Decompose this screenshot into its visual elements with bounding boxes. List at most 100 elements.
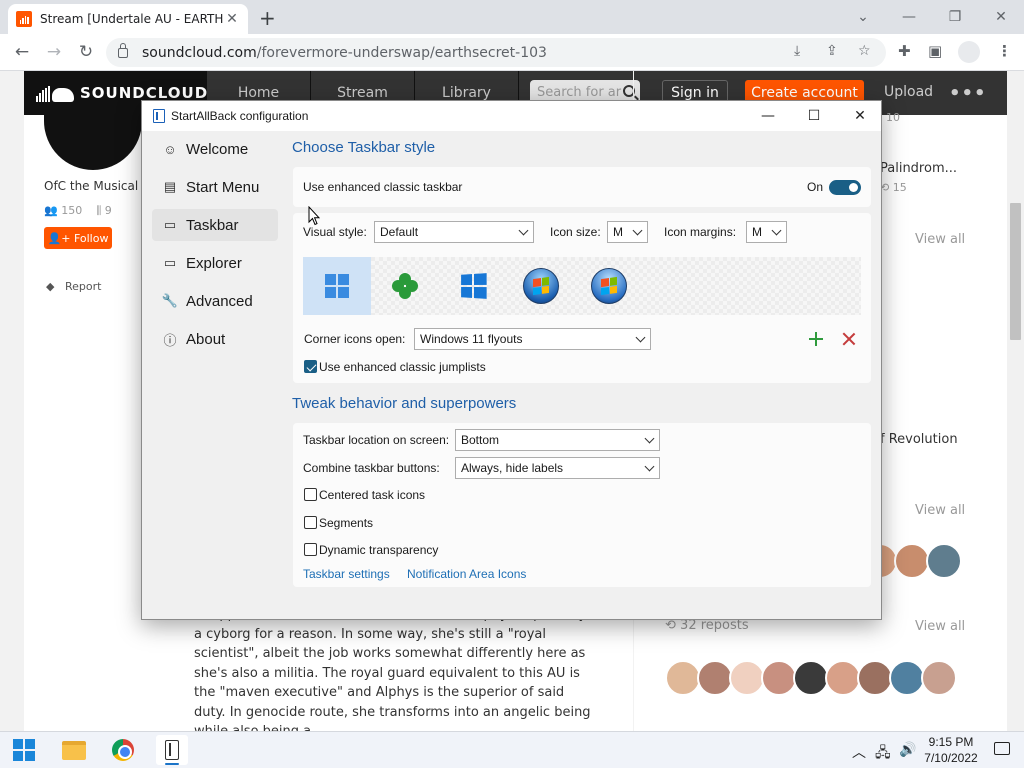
view-all-link-3[interactable]: View all [915,619,965,634]
segments-checkbox[interactable] [304,516,317,529]
sidebar-track-title-2[interactable]: f Revolution [880,432,958,447]
chevron-down-icon [644,461,655,472]
folder-icon [62,740,86,760]
dynamic-transparency-checkbox[interactable] [304,543,317,556]
taskbar-clock[interactable]: 9:15 PM 7/10/2022 [916,734,986,766]
taskbar-settings-link[interactable]: Taskbar settings [303,567,390,581]
address-bar[interactable]: soundcloud.com/forevermore-underswap/ear… [106,38,886,67]
enhanced-taskbar-label: Use enhanced classic taskbar [303,180,463,194]
extensions-icon[interactable]: ✚ [898,42,911,60]
bookmark-star-icon[interactable]: ☆ [858,43,871,59]
forward-arrow-icon[interactable]: → [42,40,66,64]
close-window-button[interactable]: ✕ [978,0,1024,34]
tray-overflow-chevron-icon[interactable]: ︿ [852,742,866,762]
explorer-window-icon: ▭ [163,255,177,270]
nav-item-label: Welcome [186,140,249,158]
style-option-windows7[interactable] [507,257,575,315]
nav-item-advanced[interactable]: 🔧 Advanced [152,285,278,317]
chevron-down-icon [518,225,529,236]
artist-name[interactable]: OfC the Musical [44,179,138,193]
scrollbar-thumb[interactable] [1010,203,1021,340]
share-icon[interactable]: ⇪ [826,43,838,59]
icon-size-select[interactable]: M [607,221,648,243]
network-icon[interactable]: 🖧 [875,742,891,766]
start-button[interactable] [8,735,40,765]
side-panel-icon[interactable]: ▣ [928,42,942,60]
chevron-down-icon [635,332,646,343]
notification-area-icons-link[interactable]: Notification Area Icons [407,567,526,581]
enhanced-taskbar-toggle[interactable] [829,180,861,195]
dialog-sidebar: ☺ Welcome ▤ Start Menu ▭ Taskbar ▭ Explorer … [152,133,278,361]
browser-tab[interactable]: Stream [Undertale AU - EARTHSE ✕ [8,4,248,34]
lock-icon[interactable] [118,42,128,58]
startallback-icon [165,740,179,760]
soundcloud-cloud-icon [36,84,74,102]
page-scrollbar[interactable] [1007,71,1024,731]
reposts-count[interactable]: ⟲ 32 reposts [665,618,749,633]
new-tab-button[interactable]: + [259,6,276,30]
restore-button[interactable]: ❐ [932,0,978,34]
sidebar-reposts-count: ⟲ 15 [880,181,907,194]
reload-icon[interactable]: ↻ [74,40,98,64]
dialog-titlebar[interactable]: StartAllBack configuration — ☐ ✕ [142,101,881,131]
back-arrow-icon[interactable]: ← [10,40,34,64]
browser-menu-icon[interactable]: ⋮ [997,42,1012,60]
wrench-icon: 🔧 [161,293,179,308]
segments-label[interactable]: Segments [319,516,373,530]
taskbar-file-explorer[interactable] [58,735,90,765]
nav-item-welcome[interactable]: ☺ Welcome [152,133,278,165]
view-all-link-2[interactable]: View all [915,503,965,518]
mouse-cursor-icon [308,205,321,230]
add-icon[interactable] [808,331,824,347]
chrome-icon [112,739,134,761]
style-option-windows10[interactable] [439,257,507,315]
volume-icon[interactable]: 🔊 [899,742,916,758]
nav-item-taskbar[interactable]: ▭ Taskbar [152,209,278,241]
minimize-button[interactable]: — [886,0,932,34]
notification-center-icon[interactable] [994,742,1010,755]
style-option-vista[interactable] [575,257,643,315]
style-option-clover[interactable] [371,257,439,315]
corner-icons-select[interactable]: Windows 11 flyouts [414,328,651,350]
install-app-icon[interactable]: ⤓ [794,43,800,59]
dialog-minimize-button[interactable]: — [745,101,791,131]
tab-search-icon[interactable]: ⌄ [840,0,886,34]
taskbar-chrome[interactable] [107,735,139,765]
centered-icons-label[interactable]: Centered task icons [319,488,425,502]
artist-stats: 👥 150 ⫼ 9 [44,204,112,218]
dynamic-transparency-label[interactable]: Dynamic transparency [319,543,438,557]
upload-link[interactable]: Upload [884,84,933,100]
view-all-link[interactable]: View all [915,232,965,247]
url-path: /forevermore-underswap/earthsecret-103 [256,44,547,61]
report-link[interactable]: ◆ Report [46,280,101,293]
jumplists-checkbox[interactable] [304,360,317,373]
combine-buttons-select[interactable]: Always, hide labels [455,457,660,479]
style-option-windows11[interactable] [303,257,371,315]
chevron-down-icon [644,433,655,444]
jumplists-label[interactable]: Use enhanced classic jumplists [319,360,486,374]
sidebar-track-title[interactable]: Palindrom... [880,161,957,176]
remove-icon[interactable] [841,331,857,347]
tracks-count: ⫼ 9 [96,204,112,217]
nav-item-start-menu[interactable]: ▤ Start Menu [152,171,278,203]
info-icon: ⓘ [163,332,177,348]
tab-close-icon[interactable]: ✕ [224,11,240,27]
taskbar-location-select[interactable]: Bottom [455,429,660,451]
profile-avatar[interactable] [958,41,980,63]
taskbar-startallback[interactable] [156,735,188,765]
dialog-close-button[interactable]: ✕ [837,101,883,131]
browser-tab-strip: Stream [Undertale AU - EARTHSE ✕ + ⌄ — ❐… [0,0,1024,34]
taskbar-icon: ▭ [163,217,177,232]
more-menu-icon[interactable]: ••• [949,83,987,104]
centered-icons-checkbox[interactable] [304,488,317,501]
dialog-maximize-button[interactable]: ☐ [791,101,837,131]
taskbar-style-picker [303,257,861,315]
follow-button[interactable]: 👤+ Follow [44,227,112,249]
reposters-avatars [665,660,957,696]
icon-margins-select[interactable]: M [746,221,787,243]
followers-icon: 👥 [44,204,58,217]
nav-item-explorer[interactable]: ▭ Explorer [152,247,278,279]
nav-item-about[interactable]: ⓘ About [152,323,278,355]
windows-7-orb-icon [523,268,559,304]
visual-style-select[interactable]: Default [374,221,534,243]
